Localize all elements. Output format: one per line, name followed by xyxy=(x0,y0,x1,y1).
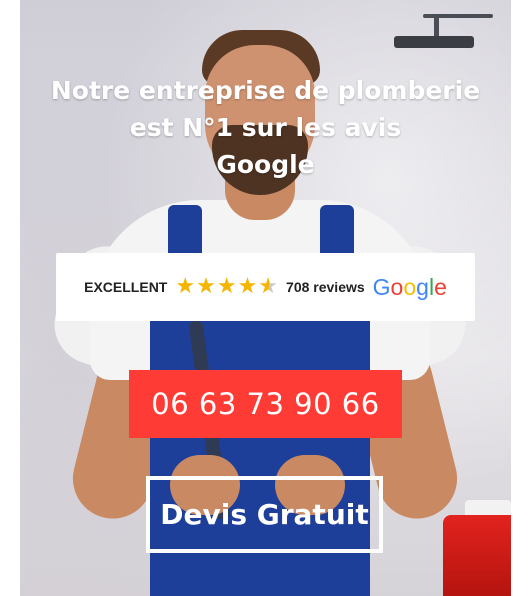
half-star-icon: ★ xyxy=(258,274,279,299)
google-logo: Google xyxy=(373,274,447,301)
headline-line-2: est N°1 sur les avis xyxy=(129,113,402,142)
phone-call-button[interactable]: 06 63 73 90 66 xyxy=(129,370,402,438)
google-review-badge[interactable]: EXCELLENT ★ ★ ★ ★ ★ 708 reviews Google xyxy=(56,253,475,321)
rating-label: EXCELLENT xyxy=(84,279,168,295)
shower-pipe xyxy=(434,18,439,38)
google-logo-letter: o xyxy=(390,273,404,300)
google-logo-letter: g xyxy=(416,273,429,300)
reviews-count: 708 reviews xyxy=(286,279,365,295)
google-logo-letter: o xyxy=(403,273,417,300)
star-icon: ★ xyxy=(216,274,237,299)
headline-line-1: Notre entreprise de plomberie xyxy=(50,76,481,105)
red-toolbox xyxy=(443,515,511,596)
google-logo-letter: e xyxy=(434,273,447,300)
headline-line-3: Google xyxy=(216,150,315,179)
star-icon: ★ xyxy=(196,274,216,299)
star-icon: ★ xyxy=(237,274,258,299)
google-logo-letter: G xyxy=(372,273,391,300)
star-rating: ★ ★ ★ ★ ★ xyxy=(175,276,278,298)
headline: Notre entreprise de plomberie est N°1 su… xyxy=(20,72,511,183)
free-quote-button[interactable]: Devis Gratuit xyxy=(146,476,383,553)
star-icon: ★ xyxy=(175,274,196,299)
shower-head xyxy=(394,36,474,48)
